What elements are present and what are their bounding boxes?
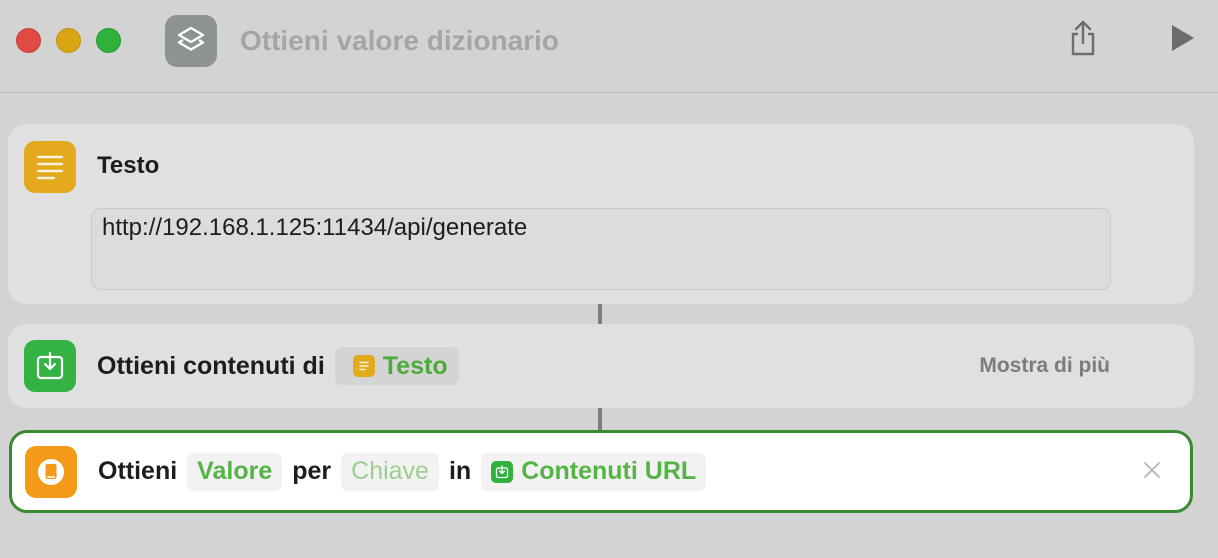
download-tray-icon (24, 340, 76, 392)
get-contents-parameters: Ottieni contenuti di Testo (97, 324, 469, 408)
url-contents-token-label: Contenuti URL (521, 457, 697, 485)
dictionary-verb: Ottieni (98, 457, 178, 485)
text-content-field[interactable]: http://192.168.1.125:11434/api/generate (91, 208, 1111, 290)
variable-token-label: Testo (382, 351, 448, 380)
flow-connector (598, 408, 602, 430)
get-contents-label: Ottieni contenuti di (97, 351, 325, 380)
key-placeholder-token[interactable]: Chiave (341, 452, 439, 491)
share-icon (1067, 19, 1099, 62)
download-tray-icon (491, 460, 514, 483)
get-dictionary-value-action-card[interactable]: Ottieni Valore per Chiave in Contenuti U… (9, 430, 1193, 513)
text-lines-icon (352, 355, 375, 377)
url-contents-token[interactable]: Contenuti URL (481, 452, 707, 491)
show-more-button[interactable]: Mostra di più (979, 352, 1110, 380)
title-bar: Ottieni valore dizionario (0, 0, 1218, 93)
flow-connector (598, 304, 602, 324)
text-action-card[interactable]: Testo http://192.168.1.125:11434/api/gen… (8, 124, 1194, 304)
run-shortcut-button[interactable] (1160, 18, 1204, 62)
share-button[interactable] (1061, 18, 1105, 62)
dictionary-parameters: Ottieni Valore per Chiave in Contenuti U… (98, 433, 716, 510)
per-label: per (292, 457, 332, 485)
dictionary-icon (25, 446, 77, 498)
variable-token-testo[interactable]: Testo (334, 347, 459, 385)
minimize-window-button[interactable] (56, 28, 81, 53)
text-action-title: Testo (97, 152, 160, 179)
in-label: in (448, 457, 472, 485)
window-title: Ottieni valore dizionario (240, 25, 559, 56)
get-contents-action-card[interactable]: Ottieni contenuti di Testo Mostra di più (8, 324, 1194, 408)
remove-action-button[interactable] (1138, 458, 1166, 486)
close-icon (1143, 461, 1161, 484)
value-token[interactable]: Valore (187, 452, 283, 491)
text-lines-icon (24, 141, 76, 193)
zoom-window-button[interactable] (96, 28, 121, 53)
play-icon (1168, 23, 1196, 58)
shortcuts-app-icon (165, 15, 217, 67)
close-window-button[interactable] (16, 28, 41, 53)
